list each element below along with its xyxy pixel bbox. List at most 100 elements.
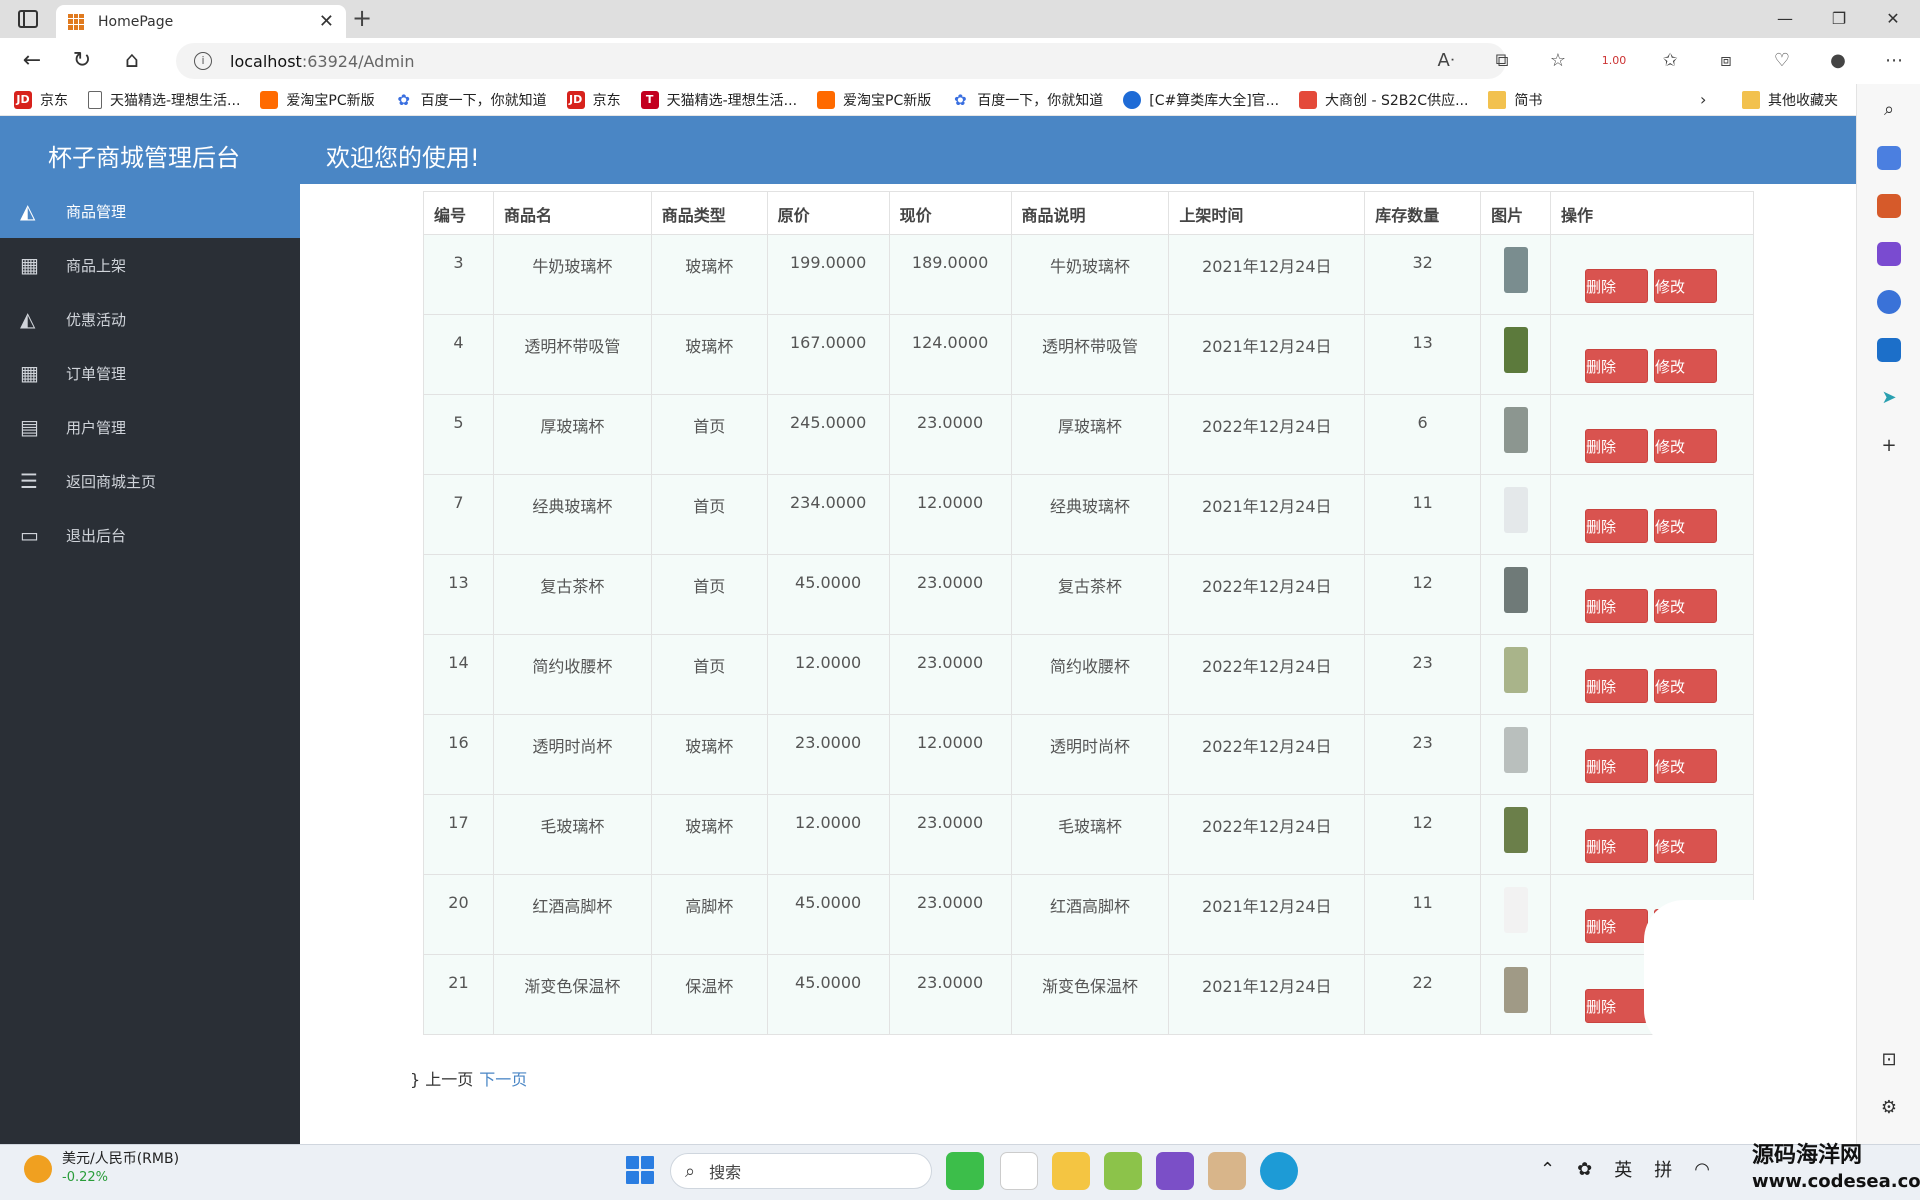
site-info-icon[interactable]: i <box>194 52 212 70</box>
more-menu-icon[interactable]: ⋯ <box>1868 44 1920 78</box>
edit-button[interactable]: 修改 <box>1654 429 1718 463</box>
delete-button[interactable]: 删除 <box>1585 269 1649 303</box>
sidebar-item[interactable]: ◭ 优惠活动 <box>0 292 300 346</box>
home-icon[interactable]: ⌂ <box>114 43 150 79</box>
sidebar-tag-icon[interactable] <box>1877 146 1901 170</box>
product-thumbnail[interactable] <box>1503 247 1528 293</box>
tab-close-icon[interactable]: ✕ <box>319 11 334 32</box>
delete-button[interactable]: 删除 <box>1585 509 1649 543</box>
extension-zoom-icon[interactable]: 1.00 <box>1588 44 1640 78</box>
profile-avatar[interactable]: ● <box>1812 44 1864 78</box>
cell-desc: 透明杯带吸管 <box>1010 314 1170 395</box>
product-thumbnail[interactable] <box>1503 807 1528 853</box>
other-bookmarks[interactable]: 其他收藏夹 <box>1742 84 1858 116</box>
bookmark-item[interactable]: [C#算类库大全]官... <box>1123 90 1279 110</box>
delete-button[interactable]: 删除 <box>1585 349 1649 383</box>
edit-button[interactable]: 修改 <box>1654 749 1718 783</box>
collections-icon[interactable]: ⧈ <box>1700 44 1752 78</box>
sidebar-add-icon[interactable]: + <box>1877 434 1901 458</box>
bookmark-item[interactable]: 简书 <box>1488 90 1542 110</box>
sidebar-outlook-icon[interactable] <box>1877 338 1901 362</box>
sidebar-item[interactable]: ◭ 商品管理 <box>0 184 300 238</box>
sidebar-item[interactable]: ☰ 返回商城主页 <box>0 454 300 508</box>
bookmark-item[interactable]: 爱淘宝PC新版 <box>817 90 931 110</box>
favorite-add-icon[interactable]: ☆ <box>1532 44 1584 78</box>
product-thumbnail[interactable] <box>1503 567 1528 613</box>
favorites-icon[interactable]: ✩ <box>1644 44 1696 78</box>
bookmark-item[interactable]: 天猫精选-理想生活... <box>88 90 240 110</box>
tray-lang[interactable]: 英 <box>1614 1156 1632 1182</box>
edit-button[interactable]: 修改 <box>1654 269 1718 303</box>
performance-icon[interactable]: ♡ <box>1756 44 1808 78</box>
tab-actions-icon[interactable] <box>18 10 38 28</box>
stock-widget[interactable]: 美元/人民币(RMB) -0.22% <box>24 1150 179 1187</box>
delete-button[interactable]: 删除 <box>1585 829 1649 863</box>
delete-button[interactable]: 删除 <box>1585 589 1649 623</box>
product-thumbnail[interactable] <box>1503 327 1528 373</box>
fo-favicon-icon <box>1488 90 1507 109</box>
delete-button[interactable]: 删除 <box>1585 669 1649 703</box>
url-field[interactable]: i localhost:63924/Admin <box>176 43 1506 79</box>
sidebar-search-icon[interactable]: ⌕ <box>1877 98 1901 122</box>
edit-button[interactable]: 修改 <box>1654 589 1718 623</box>
start-icon[interactable] <box>626 1156 654 1184</box>
photos-app-icon[interactable] <box>1000 1152 1038 1190</box>
bookmarks-overflow-icon[interactable]: › <box>1700 90 1706 109</box>
edit-button[interactable]: 修改 <box>1654 829 1718 863</box>
app-avatar-icon[interactable] <box>1208 1152 1246 1190</box>
bookmark-item[interactable]: ✿ 百度一下，你就知道 <box>394 90 547 110</box>
wechat-icon[interactable] <box>946 1152 984 1190</box>
product-thumbnail[interactable] <box>1503 727 1528 773</box>
delete-button[interactable]: 删除 <box>1585 989 1649 1023</box>
tray-app-icon[interactable]: ✿ <box>1577 1159 1592 1180</box>
window-close-icon[interactable]: ✕ <box>1866 0 1920 38</box>
browser-tab[interactable]: HomePage ✕ <box>56 5 346 38</box>
split-screen-icon[interactable]: ⧉ <box>1476 44 1528 78</box>
bookmark-item[interactable]: 大商创 - S2B2C供应... <box>1299 90 1468 110</box>
wifi-icon[interactable]: ◠ <box>1694 1159 1710 1180</box>
back-icon[interactable]: ← <box>14 43 50 79</box>
sidebar-settings-icon[interactable]: ⚙ <box>1877 1096 1901 1120</box>
sidebar-send-icon[interactable]: ➤ <box>1877 386 1901 410</box>
taskbar-search[interactable]: ⌕ 搜索 <box>670 1153 932 1189</box>
app-tool-icon[interactable] <box>1104 1152 1142 1190</box>
tray-ime[interactable]: 拼 <box>1654 1156 1672 1182</box>
delete-button[interactable]: 删除 <box>1585 909 1649 943</box>
sidebar-games-icon[interactable] <box>1877 242 1901 266</box>
product-thumbnail[interactable] <box>1503 887 1528 933</box>
edit-button[interactable]: 修改 <box>1654 669 1718 703</box>
sidebar-m365-icon[interactable] <box>1877 290 1901 314</box>
sidebar-tools-icon[interactable] <box>1877 194 1901 218</box>
refresh-icon[interactable]: ↻ <box>64 43 100 79</box>
delete-button[interactable]: 删除 <box>1585 429 1649 463</box>
bookmark-item[interactable]: T 天猫精选-理想生活... <box>640 90 797 110</box>
bookmark-item[interactable]: ✿ 百度一下，你就知道 <box>951 90 1103 110</box>
sidebar-item[interactable]: ▤ 用户管理 <box>0 400 300 454</box>
product-thumbnail[interactable] <box>1503 967 1528 1013</box>
sidebar-item[interactable]: ▭ 退出后台 <box>0 508 300 562</box>
table-row: 17 毛玻璃杯 玻璃杯 12.0000 23.0000 毛玻璃杯 2022年12月24日 12… <box>423 794 1754 875</box>
visual-studio-icon[interactable] <box>1156 1152 1194 1190</box>
product-thumbnail[interactable] <box>1503 487 1528 533</box>
minimize-icon[interactable]: — <box>1758 0 1812 38</box>
bookmark-item[interactable]: JD 京东 <box>14 90 68 110</box>
edit-button[interactable]: 修改 <box>1654 349 1718 383</box>
sidebar-screenshot-icon[interactable]: ⊡ <box>1877 1048 1901 1072</box>
product-thumbnail[interactable] <box>1503 647 1528 693</box>
bookmark-item[interactable]: 爱淘宝PC新版 <box>260 90 375 110</box>
table-row: 7 经典玻璃杯 首页 234.0000 12.0000 经典玻璃杯 2021年12月24日 1… <box>423 474 1754 555</box>
maximize-icon[interactable]: ❐ <box>1812 0 1866 38</box>
sidebar-item[interactable]: ▦ 订单管理 <box>0 346 300 400</box>
prev-page-link[interactable]: } 上一页 <box>410 1070 473 1089</box>
file-explorer-icon[interactable] <box>1052 1152 1090 1190</box>
edge-icon[interactable] <box>1260 1152 1298 1190</box>
bookmark-item[interactable]: JD 京东 <box>566 90 621 110</box>
delete-button[interactable]: 删除 <box>1585 749 1649 783</box>
edit-button[interactable]: 修改 <box>1654 509 1718 543</box>
next-page-link[interactable]: 下一页 <box>479 1070 527 1089</box>
product-thumbnail[interactable] <box>1503 407 1528 453</box>
tray-overflow-icon[interactable]: ⌃ <box>1540 1159 1555 1180</box>
sidebar-item[interactable]: ▦ 商品上架 <box>0 238 300 292</box>
read-aloud-icon[interactable]: Aᐧ <box>1420 44 1472 78</box>
new-tab-icon[interactable]: + <box>352 4 372 32</box>
